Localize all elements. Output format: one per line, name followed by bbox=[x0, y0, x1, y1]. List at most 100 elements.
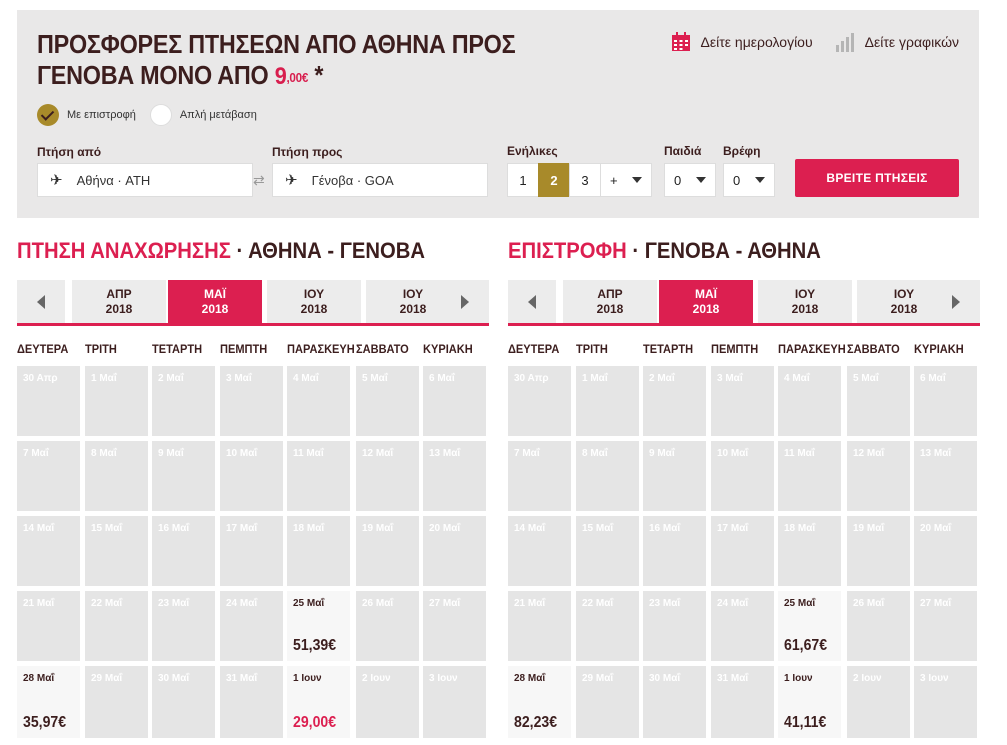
day-date: 13 Μαΐ bbox=[920, 448, 952, 459]
day-cell: 23 Μαΐ bbox=[152, 591, 215, 661]
day-date: 30 Απρ bbox=[514, 373, 549, 384]
day-cell: 26 Μαΐ bbox=[847, 591, 910, 661]
one-way-radio[interactable]: Απλή μετάβαση bbox=[149, 104, 257, 126]
to-field[interactable]: ✈ Γένοβα · GOA bbox=[272, 163, 488, 197]
weekday-header: ΔΕΥΤΕΡΑ ΤΡΙΤΗ ΤΕΤΑΡΤΗ ΠΕΜΠΤΗ ΠΑΡΑΣΚΕΥΗ ΣΑΒΒΑΤ… bbox=[17, 342, 489, 358]
month-name: ΙΟΥ bbox=[893, 286, 915, 301]
day-date: 19 Μαΐ bbox=[362, 523, 394, 534]
title-line-1: ΠΡΟΣΦΟΡΕΣ ΠΤΗΣΕΩΝ ΑΠΟ ΑΘΗΝΑ ΠΡΟΣ bbox=[37, 29, 516, 59]
outbound-title-route: · ΑΘΗΝΑ - ΓΕΝΟΒΑ bbox=[230, 238, 425, 263]
month-name: ΙΟΥ bbox=[794, 286, 816, 301]
calendar-view-label: Δείτε ημερολογίου bbox=[700, 34, 813, 50]
from-label: Πτήση από bbox=[37, 145, 102, 159]
day-cell[interactable]: 1 Ιουν 41,11€ bbox=[778, 666, 841, 738]
next-month-button[interactable] bbox=[441, 280, 489, 323]
swap-icon[interactable]: ⇄ bbox=[253, 172, 265, 189]
day-cell[interactable]: 28 Μαΐ 82,23€ bbox=[508, 666, 571, 738]
day-cell: 8 Μαΐ bbox=[85, 441, 148, 511]
day-cell: 12 Μαΐ bbox=[356, 441, 419, 511]
adults-selector: 1 2 3 + bbox=[507, 163, 652, 197]
adults-option-3[interactable]: 3 bbox=[569, 163, 601, 197]
day-cell: 30 Μαΐ bbox=[152, 666, 215, 738]
next-month-button[interactable] bbox=[932, 280, 980, 323]
day-cell: 11 Μαΐ bbox=[778, 441, 841, 511]
day-date: 17 Μαΐ bbox=[717, 523, 749, 534]
month-tab[interactable]: ΜΑΪ 2018 bbox=[168, 280, 262, 323]
weekday-header: ΔΕΥΤΕΡΑ ΤΡΙΤΗ ΤΕΤΑΡΤΗ ΠΕΜΠΤΗ ΠΑΡΑΣΚΕΥΗ ΣΑΒΒΑΤ… bbox=[508, 342, 980, 358]
day-cell: 8 Μαΐ bbox=[576, 441, 639, 511]
day-date: 18 Μαΐ bbox=[293, 523, 325, 534]
day-cell: 29 Μαΐ bbox=[85, 666, 148, 738]
day-price: 82,23€ bbox=[514, 714, 558, 731]
day-date: 27 Μαΐ bbox=[920, 598, 952, 609]
day-cell: 3 Μαΐ bbox=[711, 366, 774, 436]
day-cell: 2 Μαΐ bbox=[152, 366, 215, 436]
adults-more-dropdown[interactable]: + bbox=[600, 163, 652, 197]
month-tab[interactable]: ΙΟΥ 2018 bbox=[267, 280, 361, 323]
children-label: Παιδιά bbox=[664, 144, 702, 158]
day-date: 21 Μαΐ bbox=[23, 598, 55, 609]
day-cell[interactable]: 25 Μαΐ 51,39€ bbox=[287, 591, 350, 661]
day-cell: 1 Μαΐ bbox=[576, 366, 639, 436]
day-price: 61,67€ bbox=[784, 637, 828, 654]
day-date: 14 Μαΐ bbox=[514, 523, 546, 534]
day-date: 6 Μαΐ bbox=[429, 373, 455, 384]
day-cell: 18 Μαΐ bbox=[778, 516, 841, 586]
adults-option-2[interactable]: 2 bbox=[538, 163, 570, 197]
month-tabs: ΑΠΡ 2018 ΜΑΪ 2018 ΙΟΥ 2018 ΙΟΥ 2018 bbox=[17, 280, 489, 326]
day-cell: 14 Μαΐ bbox=[508, 516, 571, 586]
day-cell: 19 Μαΐ bbox=[847, 516, 910, 586]
day-date: 9 Μαΐ bbox=[158, 448, 184, 459]
prev-month-button[interactable] bbox=[508, 280, 556, 323]
weekday-label: ΚΥΡΙΑΚΗ bbox=[914, 342, 964, 356]
graph-view-link[interactable]: Δείτε γραφικών bbox=[835, 32, 959, 52]
outbound-title-highlight: ΠΤΗΣΗ ΑΝΑΧΩΡΗΣΗΣ bbox=[17, 238, 231, 263]
day-cell: 4 Μαΐ bbox=[287, 366, 350, 436]
month-tab[interactable]: ΙΟΥ 2018 bbox=[758, 280, 852, 323]
day-cell[interactable]: 25 Μαΐ 61,67€ bbox=[778, 591, 841, 661]
day-date: 18 Μαΐ bbox=[784, 523, 816, 534]
weekday-label: ΚΥΡΙΑΚΗ bbox=[423, 342, 473, 356]
day-date: 10 Μαΐ bbox=[226, 448, 258, 459]
day-cell: 19 Μαΐ bbox=[356, 516, 419, 586]
calendar-view-link[interactable]: Δείτε ημερολογίου bbox=[671, 32, 813, 52]
price-integer: 9 bbox=[274, 63, 287, 90]
bar-chart-icon bbox=[835, 33, 854, 52]
day-date: 25 Μαΐ bbox=[784, 598, 816, 609]
day-cell: 16 Μαΐ bbox=[643, 516, 706, 586]
month-name: ΙΟΥ bbox=[402, 286, 424, 301]
plane-arrive-icon: ✈ bbox=[285, 172, 298, 189]
month-year: 2018 bbox=[399, 301, 427, 316]
month-tab[interactable]: ΜΑΪ 2018 bbox=[659, 280, 753, 323]
day-date: 1 Μαΐ bbox=[582, 373, 608, 384]
children-dropdown[interactable]: 0 bbox=[664, 163, 716, 197]
day-cell[interactable]: 1 Ιουν 29,00€ bbox=[287, 666, 350, 738]
day-cell: 31 Μαΐ bbox=[220, 666, 283, 738]
day-date: 22 Μαΐ bbox=[582, 598, 614, 609]
search-flights-button[interactable]: ΒΡΕΙΤΕ ΠΤΗΣΕΙΣ bbox=[795, 159, 959, 197]
infants-dropdown[interactable]: 0 bbox=[723, 163, 775, 197]
month-tab[interactable]: ΑΠΡ 2018 bbox=[563, 280, 657, 323]
day-date: 15 Μαΐ bbox=[582, 523, 614, 534]
children-value: 0 bbox=[674, 172, 682, 188]
from-field[interactable]: ✈ Αθήνα · ATH bbox=[37, 163, 253, 197]
plane-depart-icon: ✈ bbox=[50, 172, 63, 189]
prev-month-button[interactable] bbox=[17, 280, 65, 323]
day-date: 7 Μαΐ bbox=[23, 448, 49, 459]
day-date: 27 Μαΐ bbox=[429, 598, 461, 609]
return-trip-radio[interactable]: Με επιστροφή bbox=[37, 104, 136, 126]
day-date: 29 Μαΐ bbox=[91, 673, 123, 684]
day-cell: 17 Μαΐ bbox=[711, 516, 774, 586]
day-date: 13 Μαΐ bbox=[429, 448, 461, 459]
day-cell[interactable]: 28 Μαΐ 35,97€ bbox=[17, 666, 80, 738]
day-cell: 14 Μαΐ bbox=[17, 516, 80, 586]
day-price: 51,39€ bbox=[293, 637, 337, 654]
day-date: 26 Μαΐ bbox=[853, 598, 885, 609]
month-year: 2018 bbox=[791, 301, 819, 316]
day-date: 22 Μαΐ bbox=[91, 598, 123, 609]
day-cell: 3 Ιουν bbox=[423, 666, 486, 738]
adults-option-1[interactable]: 1 bbox=[507, 163, 539, 197]
day-cell: 24 Μαΐ bbox=[220, 591, 283, 661]
month-tab[interactable]: ΑΠΡ 2018 bbox=[72, 280, 166, 323]
adults-more-label: + bbox=[610, 172, 618, 188]
